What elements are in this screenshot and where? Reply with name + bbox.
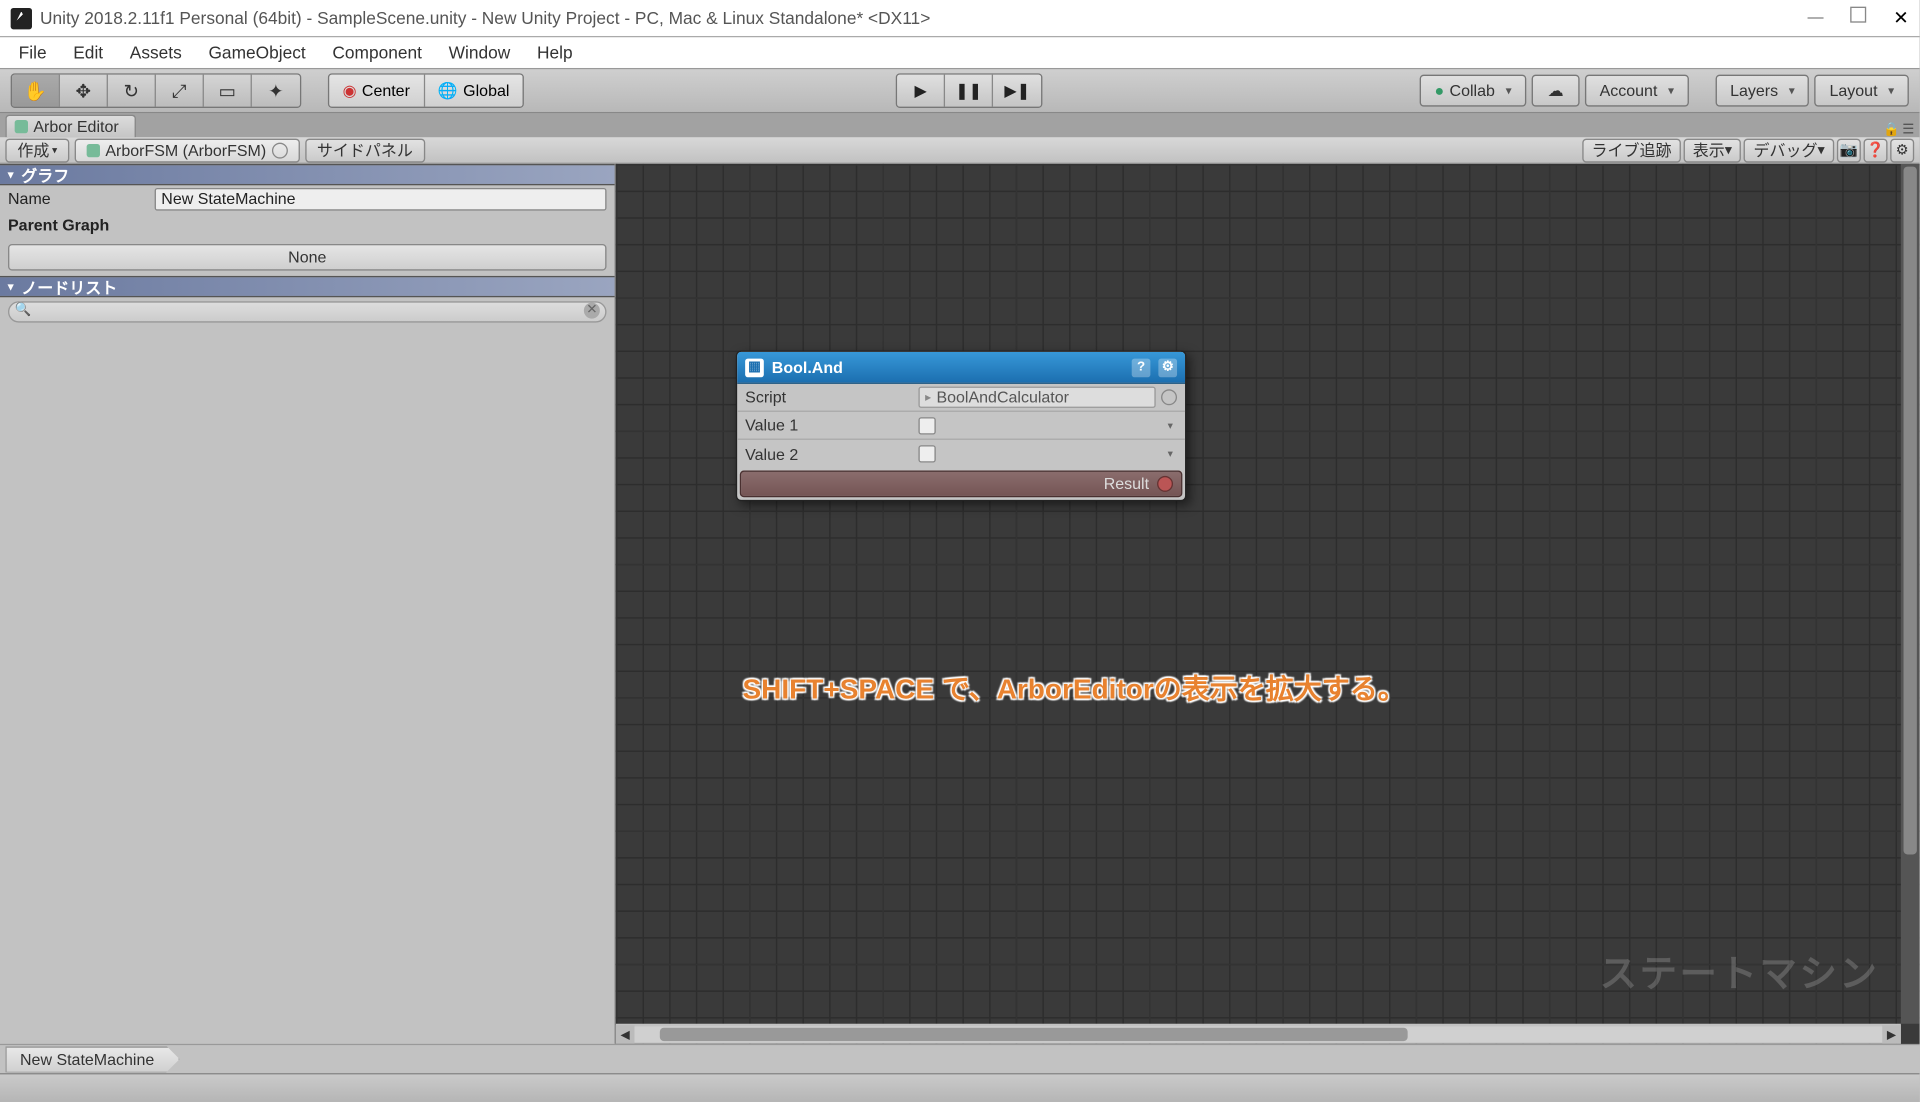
toolbar: ✋ ✥ ↻ ⤢ ▭ ✦ ◉Center 🌐Global ▶ ❚❚ ▶❚ ●Col…: [0, 69, 1920, 113]
pause-button[interactable]: ❚❚: [945, 75, 993, 107]
maximize-button[interactable]: [1851, 7, 1867, 23]
node-header[interactable]: ▦ Bool.And ? ⚙: [737, 352, 1185, 384]
scroll-left-icon[interactable]: ◀: [616, 1024, 635, 1043]
pivot-global-button[interactable]: 🌐Global: [425, 75, 523, 107]
sidebar: グラフ Name Parent Graph None ノードリスト: [0, 164, 616, 1044]
vertical-scrollbar[interactable]: [1901, 164, 1920, 1024]
watermark-text: ステートマシン: [1600, 945, 1880, 998]
hand-tool[interactable]: ✋: [12, 75, 60, 107]
create-dropdown[interactable]: 作成: [5, 138, 69, 162]
collab-dropdown[interactable]: ●Collab: [1420, 75, 1526, 107]
name-label: Name: [8, 189, 155, 208]
breadcrumb-chip[interactable]: ArborFSM (ArborFSM): [75, 138, 300, 162]
transform-tool[interactable]: ✦: [252, 75, 300, 107]
debug-dropdown[interactable]: デバッグ ▾: [1744, 138, 1834, 162]
parent-graph-label: Parent Graph: [8, 216, 155, 235]
layers-dropdown[interactable]: Layers: [1715, 75, 1809, 107]
arbor-icon: [15, 120, 28, 133]
layout-dropdown[interactable]: Layout: [1815, 75, 1909, 107]
graph-canvas[interactable]: ▦ Bool.And ? ⚙ Script ▸BoolAndCalculator: [616, 164, 1920, 1044]
value1-slot-dropdown[interactable]: ▾: [1164, 419, 1177, 431]
panel-tab-row: Arbor Editor 🔒 ☰: [0, 113, 1920, 137]
close-button[interactable]: ✕: [1893, 7, 1909, 30]
calculator-icon: ▦: [745, 358, 764, 377]
cloud-button[interactable]: ☁: [1532, 75, 1580, 107]
node-search-input[interactable]: [8, 301, 607, 322]
account-dropdown[interactable]: Account: [1585, 75, 1689, 107]
window-title: Unity 2018.2.11f1 Personal (64bit) - Sam…: [40, 8, 1808, 28]
result-port-icon[interactable]: [1157, 476, 1173, 492]
help-icon[interactable]: ❓: [1864, 138, 1888, 162]
horizontal-scrollbar[interactable]: ◀ ▶: [616, 1024, 1901, 1044]
capture-icon[interactable]: 📷: [1837, 138, 1861, 162]
graph-section-header[interactable]: グラフ: [0, 164, 615, 185]
value2-label: Value 2: [745, 445, 918, 464]
nodelist-section-header[interactable]: ノードリスト: [0, 276, 615, 297]
step-button[interactable]: ▶❚: [993, 75, 1041, 107]
value1-checkbox[interactable]: [918, 417, 935, 434]
graph-canvas-wrap: ▦ Bool.And ? ⚙ Script ▸BoolAndCalculator: [616, 164, 1920, 1044]
node-bool-and[interactable]: ▦ Bool.And ? ⚙ Script ▸BoolAndCalculator: [736, 351, 1187, 502]
live-track-button[interactable]: ライブ追跡: [1582, 138, 1681, 162]
value2-slot-dropdown[interactable]: ▾: [1164, 448, 1177, 460]
script-label: Script: [745, 388, 918, 407]
move-tool[interactable]: ✥: [60, 75, 108, 107]
bottom-breadcrumb: New StateMachine: [0, 1044, 1920, 1073]
tab-arbor-editor[interactable]: Arbor Editor: [5, 115, 136, 138]
settings-icon[interactable]: ⚙: [1890, 138, 1914, 162]
menu-window[interactable]: Window: [435, 39, 523, 67]
script-field[interactable]: ▸BoolAndCalculator: [918, 387, 1155, 408]
panel-menu-icon[interactable]: ☰: [1902, 123, 1914, 138]
menu-edit[interactable]: Edit: [60, 39, 117, 67]
minimize-button[interactable]: [1808, 17, 1824, 18]
rotate-tool[interactable]: ↻: [108, 75, 156, 107]
result-output[interactable]: Result: [740, 471, 1183, 498]
node-help-icon[interactable]: ?: [1132, 358, 1151, 377]
menu-assets[interactable]: Assets: [116, 39, 195, 67]
titlebar: Unity 2018.2.11f1 Personal (64bit) - Sam…: [0, 0, 1920, 37]
rect-tool[interactable]: ▭: [204, 75, 252, 107]
target-picker-icon[interactable]: [272, 142, 288, 158]
fsm-icon: [87, 143, 100, 156]
node-gear-icon[interactable]: ⚙: [1158, 358, 1177, 377]
parent-graph-none-button[interactable]: None: [8, 244, 607, 271]
lock-icon[interactable]: 🔒: [1883, 123, 1900, 138]
value1-label: Value 1: [745, 416, 918, 435]
view-dropdown[interactable]: 表示 ▾: [1683, 138, 1741, 162]
menu-file[interactable]: File: [5, 39, 60, 67]
menubar: File Edit Assets GameObject Component Wi…: [0, 37, 1920, 69]
menu-component[interactable]: Component: [319, 39, 435, 67]
side-panel-button[interactable]: サイドパネル: [305, 138, 425, 162]
annotation-text: SHIFT+SPACE で、ArborEditorの表示を拡大する。: [742, 668, 1405, 708]
menu-gameobject[interactable]: GameObject: [195, 39, 319, 67]
name-input[interactable]: [155, 187, 607, 210]
statusbar: [0, 1073, 1920, 1102]
breadcrumb-root[interactable]: New StateMachine: [5, 1046, 179, 1073]
unity-logo-icon: [11, 7, 32, 28]
menu-help[interactable]: Help: [524, 39, 586, 67]
value2-checkbox[interactable]: [918, 445, 935, 462]
play-button[interactable]: ▶: [897, 75, 945, 107]
sub-toolbar: 作成 ArborFSM (ArborFSM) サイドパネル ライブ追跡 表示 ▾…: [0, 137, 1920, 164]
pivot-center-button[interactable]: ◉Center: [329, 75, 424, 107]
script-picker-icon[interactable]: [1161, 389, 1177, 405]
scroll-right-icon[interactable]: ▶: [1882, 1024, 1901, 1043]
scale-tool[interactable]: ⤢: [156, 75, 204, 107]
